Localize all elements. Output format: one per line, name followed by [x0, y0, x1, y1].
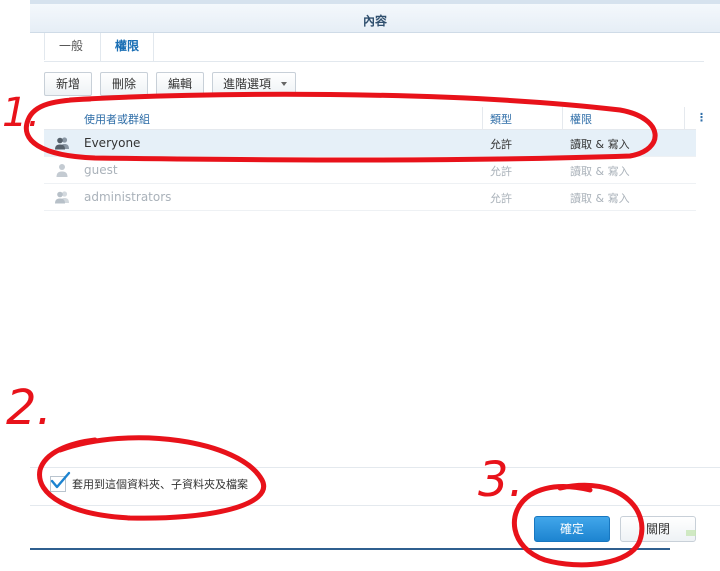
edit-button[interactable]: 編輯: [156, 72, 204, 96]
properties-dialog: 內容 一般 權限 新增 刪除 編輯 進階選項 使用者或群組 類型 權限 ⋮ Ev…: [30, 0, 720, 550]
tab-general[interactable]: 一般: [44, 33, 97, 60]
advanced-options-button[interactable]: 進階選項: [212, 72, 296, 96]
group-icon: [55, 137, 69, 150]
group-icon: [55, 191, 69, 204]
corner-mark: [686, 530, 696, 536]
table-row[interactable]: administrators 允許 讀取 & 寫入: [44, 184, 696, 211]
tab-bar: 一般 權限: [44, 33, 704, 62]
chevron-down-icon: [281, 82, 287, 86]
delete-button[interactable]: 刪除: [100, 72, 148, 96]
row-type: 允許: [490, 138, 512, 151]
add-button[interactable]: 新增: [44, 72, 92, 96]
column-header-user-group[interactable]: 使用者或群組: [84, 111, 150, 127]
row-type: 允許: [490, 192, 512, 205]
column-divider: [482, 107, 483, 129]
button-bar-divider: [30, 505, 720, 506]
title-bar[interactable]: 內容: [30, 4, 720, 33]
dialog-bottom-border: [30, 548, 670, 550]
footer-divider: [30, 467, 720, 468]
close-button[interactable]: 關閉: [620, 516, 696, 542]
table-row[interactable]: guest 允許 讀取 & 寫入: [44, 157, 696, 184]
column-header-type[interactable]: 類型: [490, 111, 512, 127]
apply-recursive-label: 套用到這個資料夾、子資料夾及檔案: [72, 478, 248, 491]
row-user-name: guest: [84, 163, 118, 177]
row-user-name: Everyone: [84, 136, 141, 150]
row-permission: 讀取 & 寫入: [570, 192, 630, 205]
row-type: 允許: [490, 165, 512, 178]
column-menu-icon[interactable]: ⋮: [696, 111, 707, 124]
row-user-name: administrators: [84, 190, 172, 204]
grid-header: 使用者或群組 類型 權限 ⋮: [44, 107, 707, 130]
advanced-options-label: 進階選項: [223, 77, 272, 91]
row-permission: 讀取 & 寫入: [570, 165, 630, 178]
row-permission: 讀取 & 寫入: [570, 138, 630, 151]
column-header-permission[interactable]: 權限: [570, 111, 592, 127]
table-row[interactable]: Everyone 允許 讀取 & 寫入: [44, 130, 696, 157]
column-divider: [562, 107, 563, 129]
user-icon: [56, 164, 68, 177]
apply-recursive-checkbox[interactable]: [50, 471, 71, 492]
column-divider: [684, 107, 685, 129]
ok-button[interactable]: 確定: [534, 516, 610, 542]
tab-permissions[interactable]: 權限: [100, 33, 155, 61]
checkmark-icon: [50, 471, 71, 489]
dialog-title: 內容: [362, 14, 387, 28]
